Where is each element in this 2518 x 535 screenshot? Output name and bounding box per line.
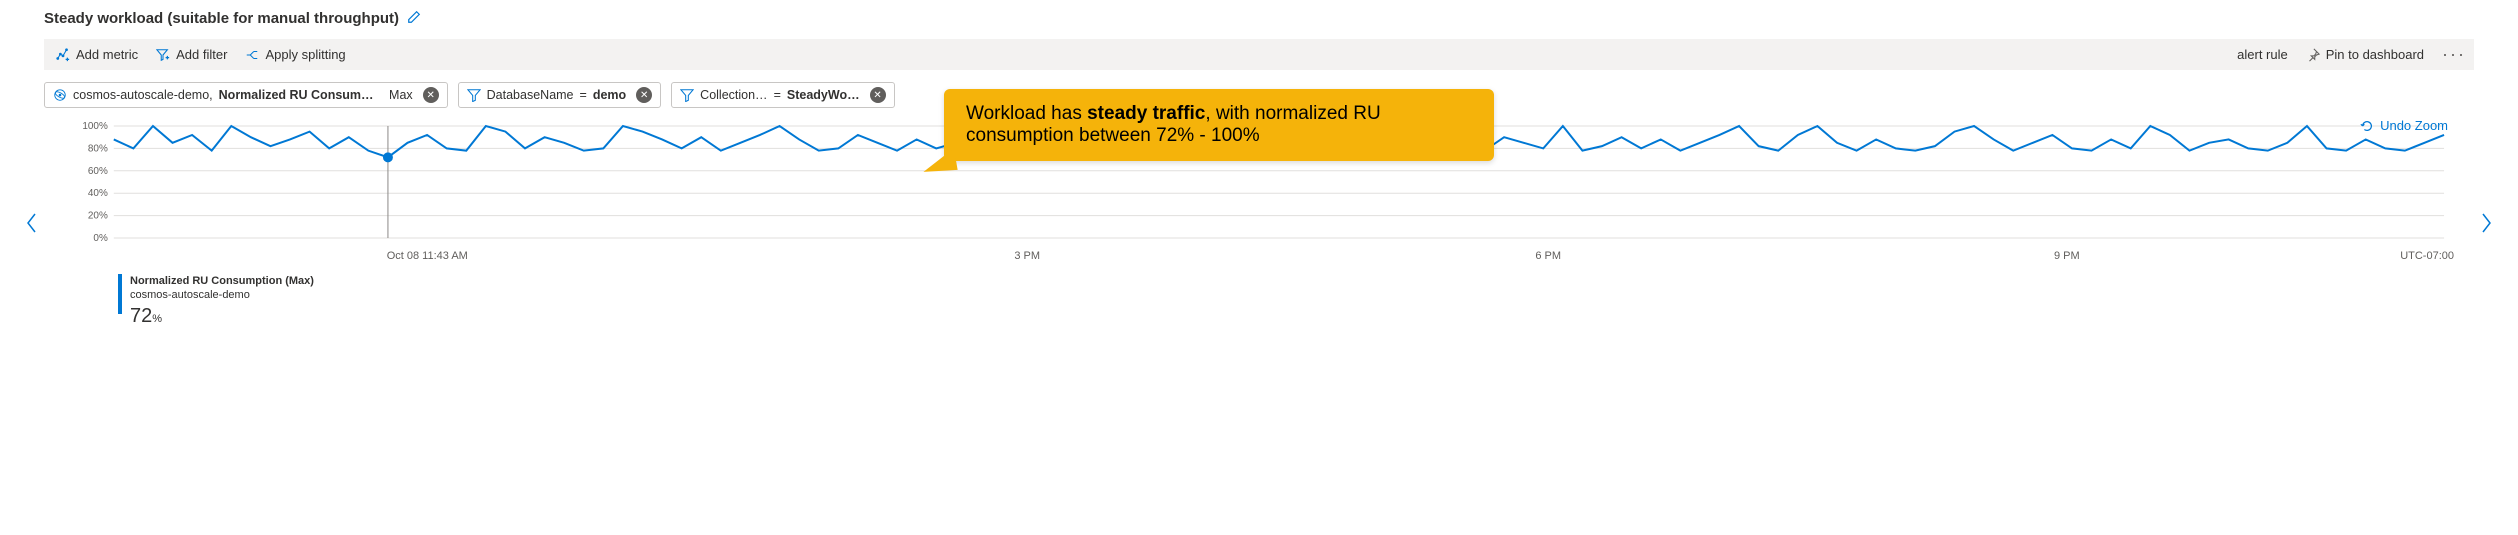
svg-text:40%: 40%	[88, 188, 108, 199]
chart-legend: Normalized RU Consumption (Max) cosmos-a…	[118, 274, 2454, 329]
add-filter-button[interactable]: Add filter	[156, 47, 227, 62]
filter1-op: =	[580, 88, 587, 102]
xaxis-t1: 3 PM	[1014, 250, 1040, 262]
edit-title-icon[interactable]	[407, 10, 421, 27]
chart-toolbar: Add metric Add filter Apply splitting al…	[44, 39, 2474, 70]
svg-text:100%: 100%	[82, 121, 108, 132]
filter2-val: SteadyWo…	[787, 88, 860, 102]
undo-zoom-button[interactable]: Undo Zoom	[2360, 118, 2448, 133]
xaxis-t2: 6 PM	[1535, 250, 1561, 262]
prev-chart-button[interactable]	[20, 118, 44, 329]
filter2-key: Collection…	[700, 88, 767, 102]
add-metric-button[interactable]: Add metric	[56, 47, 138, 62]
remove-metric-icon[interactable]: ✕	[423, 87, 439, 103]
svg-text:60%: 60%	[88, 166, 108, 177]
legend-resource: cosmos-autoscale-demo	[130, 288, 314, 302]
pin-to-dashboard-button[interactable]: Pin to dashboard	[2306, 47, 2424, 62]
page-title: Steady workload (suitable for manual thr…	[44, 10, 399, 27]
next-chart-button[interactable]	[2474, 118, 2498, 329]
legend-color-swatch	[118, 274, 122, 314]
callout-text-bold: steady traffic	[1087, 103, 1205, 124]
remove-filter2-icon[interactable]: ✕	[870, 87, 886, 103]
filter-pill-database[interactable]: DatabaseName = demo ✕	[458, 82, 662, 108]
xaxis-start: Oct 08 11:43 AM	[387, 250, 468, 262]
annotation-callout: Workload has steady traffic, with normal…	[944, 89, 1494, 161]
xaxis-tz: UTC-07:00	[2400, 250, 2454, 262]
more-options-icon[interactable]: ···	[2442, 44, 2466, 65]
apply-splitting-button[interactable]: Apply splitting	[245, 47, 345, 62]
add-metric-label: Add metric	[76, 47, 138, 62]
filter2-op: =	[774, 88, 781, 102]
filter-pill-collection[interactable]: Collection… = SteadyWo… ✕	[671, 82, 894, 108]
alert-rule-label: alert rule	[2237, 47, 2288, 62]
metric-pill[interactable]: cosmos-autoscale-demo, Normalized RU Con…	[44, 82, 448, 108]
metric-name: Normalized RU Consum…	[219, 88, 374, 102]
filter1-val: demo	[593, 88, 626, 102]
filter1-key: DatabaseName	[487, 88, 574, 102]
svg-text:20%: 20%	[88, 211, 108, 222]
xaxis-t3: 9 PM	[2054, 250, 2080, 262]
undo-zoom-label: Undo Zoom	[2380, 118, 2448, 133]
metric-resource: cosmos-autoscale-demo,	[73, 88, 213, 102]
legend-value: 72	[130, 305, 152, 327]
pin-dashboard-label: Pin to dashboard	[2326, 47, 2424, 62]
svg-text:0%: 0%	[93, 233, 108, 244]
callout-text-pre: Workload has	[966, 103, 1087, 124]
svg-text:80%: 80%	[88, 143, 108, 154]
metric-agg: Max	[389, 88, 413, 102]
remove-filter1-icon[interactable]: ✕	[636, 87, 652, 103]
apply-splitting-label: Apply splitting	[265, 47, 345, 62]
legend-title: Normalized RU Consumption (Max)	[130, 274, 314, 288]
alert-rule-button[interactable]: alert rule	[2237, 47, 2288, 62]
add-filter-label: Add filter	[176, 47, 227, 62]
legend-unit: %	[152, 313, 162, 325]
x-axis: Oct 08 11:43 AM 3 PM 6 PM 9 PM UTC-07:00	[64, 250, 2454, 266]
